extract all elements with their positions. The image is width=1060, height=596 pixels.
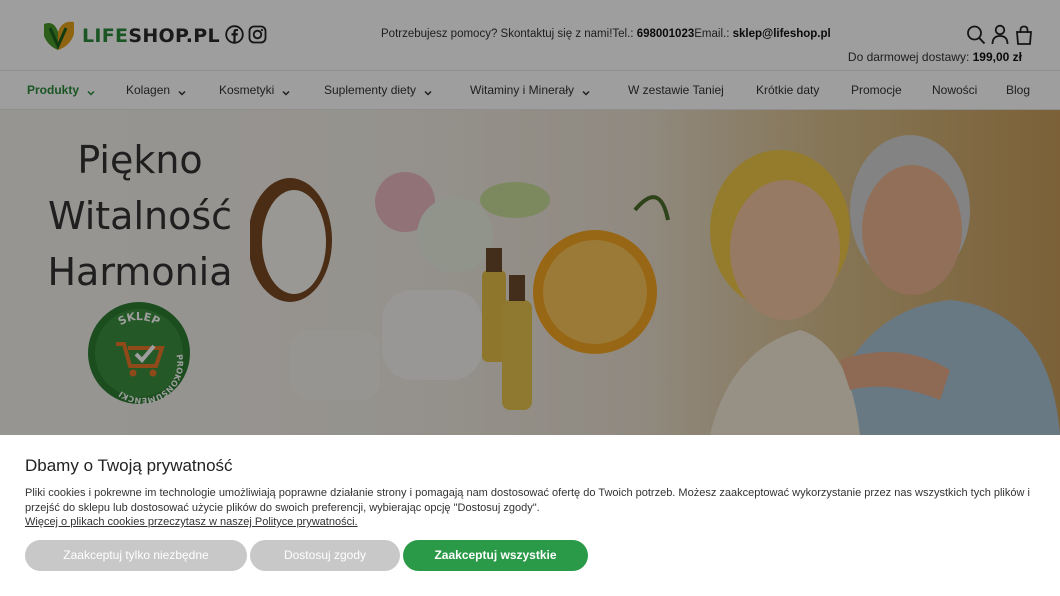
cookie-consent-panel: Dbamy o Twoją prywatność Pliki cookies i… <box>0 435 1060 596</box>
modal-backdrop[interactable] <box>0 0 1060 435</box>
cookie-description: Pliki cookies i pokrewne im technologie … <box>25 486 1040 530</box>
accept-necessary-button[interactable]: Zaakceptuj tylko niezbędne <box>25 540 247 571</box>
privacy-policy-link[interactable]: Więcej o plikach cookies przeczytasz w n… <box>25 515 1040 530</box>
accept-all-button[interactable]: Zaakceptuj wszystkie <box>403 540 588 571</box>
cookie-title: Dbamy o Twoją prywatność <box>25 456 233 475</box>
customize-consent-button[interactable]: Dostosuj zgody <box>250 540 400 571</box>
